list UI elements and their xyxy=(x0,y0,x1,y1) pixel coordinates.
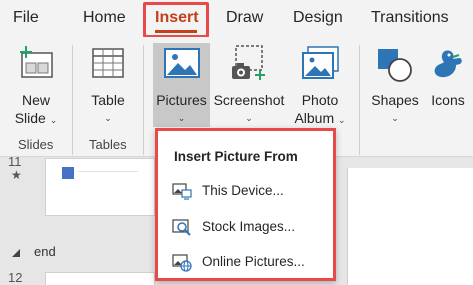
new-slide-label-line1: New xyxy=(21,92,50,108)
pictures-label: Pictures xyxy=(156,92,207,108)
menu-item-stock-images[interactable]: Stock Images... xyxy=(168,213,328,241)
table-button[interactable]: Table ⌄ xyxy=(80,41,136,133)
photo-album-icon xyxy=(302,46,339,79)
group-label-slides: Slides xyxy=(18,137,54,152)
tab-insert[interactable]: Insert xyxy=(155,9,199,27)
chevron-down-icon: ⌄ xyxy=(245,113,253,123)
picture-icon xyxy=(164,48,200,78)
star-icon: ★ xyxy=(11,168,22,182)
photo-album-label-line1: Photo xyxy=(301,92,339,108)
stock-images-icon xyxy=(172,219,191,236)
shapes-button[interactable]: Shapes ⌄ xyxy=(367,41,423,133)
new-slide-icon xyxy=(20,46,53,78)
powerpoint-window: File Home Insert Draw Design Transitions… xyxy=(0,0,473,285)
device-picture-icon xyxy=(172,183,192,200)
menu-item-label: Stock Images... xyxy=(202,219,296,234)
tab-transitions[interactable]: Transitions xyxy=(371,9,449,27)
shapes-label: Shapes xyxy=(371,92,419,108)
chevron-down-icon: ⌄ xyxy=(338,115,346,125)
screenshot-icon xyxy=(232,45,265,80)
slide-number-11: 11 xyxy=(8,154,22,169)
menu-item-this-device[interactable]: This Device... xyxy=(168,177,328,205)
menu-title: Insert Picture From xyxy=(174,149,298,164)
slide-thumbnail-12[interactable] xyxy=(45,272,155,285)
group-divider xyxy=(359,45,360,155)
table-icon xyxy=(92,48,124,78)
table-label: Table xyxy=(91,92,125,108)
icons-label: Icons xyxy=(431,92,465,108)
photo-album-label-line2-wrap: Album ⌄ xyxy=(289,109,351,129)
tab-draw[interactable]: Draw xyxy=(226,9,263,27)
screenshot-label: Screenshot xyxy=(213,92,285,108)
text-line-thumbnail xyxy=(78,171,138,172)
tab-file[interactable]: File xyxy=(13,9,39,27)
group-label-tables: Tables xyxy=(89,137,127,152)
photo-album-button[interactable]: Photo Album ⌄ xyxy=(289,41,351,133)
insert-picture-menu: Insert Picture From This Device... Stock… xyxy=(155,128,336,281)
chevron-down-icon: ⌄ xyxy=(177,113,186,123)
slide-number-12: 12 xyxy=(8,270,23,285)
online-pictures-icon xyxy=(172,254,192,272)
new-slide-button[interactable]: New Slide ⌄ xyxy=(8,41,64,133)
shape-thumbnail xyxy=(62,167,74,179)
section-name: end xyxy=(34,244,56,259)
new-slide-label-line2-wrap: Slide ⌄ xyxy=(8,109,64,129)
tab-home[interactable]: Home xyxy=(83,9,126,27)
bird-icon xyxy=(434,50,462,78)
icons-button[interactable]: Icons xyxy=(424,41,472,133)
menu-item-label: Online Pictures... xyxy=(202,254,305,269)
new-slide-label-line2: Slide xyxy=(14,110,46,126)
group-divider xyxy=(143,45,144,155)
menu-item-online-pictures[interactable]: Online Pictures... xyxy=(168,248,328,276)
pictures-button[interactable]: Pictures ⌄ xyxy=(153,41,210,127)
chevron-down-icon: ⌄ xyxy=(391,113,399,123)
menu-item-label: This Device... xyxy=(202,183,284,198)
group-divider xyxy=(72,45,73,155)
shapes-icon xyxy=(378,49,412,82)
slide-thumbnail-11[interactable] xyxy=(45,158,155,216)
ribbon-tabs: File Home Insert Draw Design Transitions xyxy=(0,0,473,38)
tab-design[interactable]: Design xyxy=(293,9,343,27)
slide-canvas[interactable] xyxy=(347,168,473,285)
chevron-down-icon: ⌄ xyxy=(49,115,58,125)
active-tab-indicator xyxy=(155,30,197,33)
screenshot-button[interactable]: Screenshot ⌄ xyxy=(212,41,286,133)
photo-album-label-line2: Album xyxy=(294,110,335,126)
collapse-triangle-icon[interactable] xyxy=(10,248,22,258)
chevron-down-icon: ⌄ xyxy=(104,113,112,123)
